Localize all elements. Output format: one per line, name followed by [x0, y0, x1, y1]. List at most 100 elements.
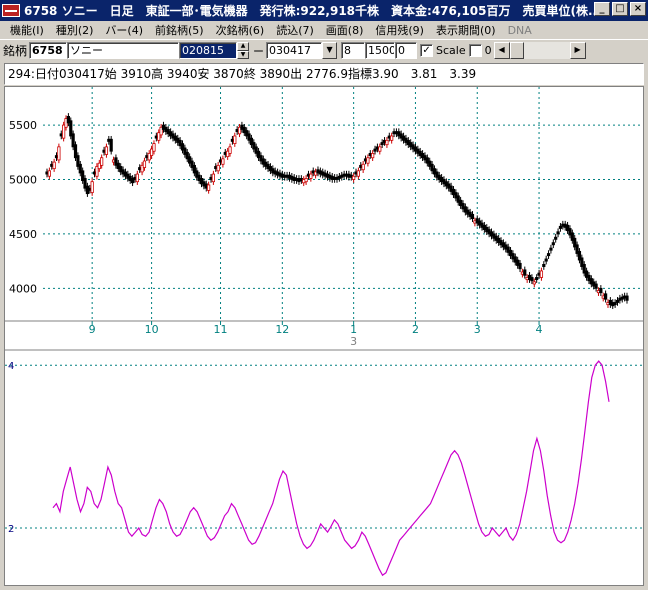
candle-body [390, 135, 394, 141]
indicator-tick-label: 4 [8, 361, 14, 372]
month-label: 3 [474, 323, 481, 336]
param-c-input[interactable]: 0 [395, 42, 418, 59]
window-controls: _ □ × [594, 2, 646, 16]
month-label: 4 [536, 323, 543, 336]
candle-body [599, 287, 603, 294]
candle-body [535, 277, 539, 281]
param-b-input[interactable]: 1500 [365, 42, 396, 59]
menu-item-function[interactable]: 機能(I) [4, 22, 50, 38]
candle-body [625, 295, 629, 301]
to-date-input[interactable]: 030417 [266, 42, 323, 59]
price-tick-label: 5000 [9, 174, 37, 187]
candle-body [518, 262, 522, 270]
scroll-thumb[interactable] [509, 42, 524, 59]
candle-body [47, 170, 51, 177]
candle-body [366, 157, 370, 164]
candle-body [90, 181, 94, 193]
app-flag-icon [2, 4, 20, 17]
candle-body [470, 213, 475, 220]
spin-down-icon[interactable]: ▼ [237, 50, 250, 59]
date-axis-bg [5, 321, 643, 350]
date-axis-panel: 9 10 11 12 1 2 3 43 [5, 320, 643, 351]
month-label: 11 [214, 323, 228, 336]
minimize-button[interactable]: _ [594, 2, 610, 16]
candle-body [221, 158, 225, 165]
menu-item-dna[interactable]: DNA [502, 24, 538, 37]
menu-item-type[interactable]: 種別(2) [50, 22, 100, 38]
candle-body [378, 146, 382, 152]
close-button[interactable]: × [630, 2, 646, 16]
from-date-spinner[interactable]: ▲ ▼ [237, 42, 250, 59]
candle-body [361, 163, 365, 171]
toolbar: 銘柄 6758 ソニー 020815 ▲ ▼ ー 030417 ▼ 8 1500 … [0, 40, 648, 61]
window-title: 6758 ソニー 日足 東証一部･電気機器 発行株:922,918千株 資本金:… [24, 4, 602, 18]
stock-code-label: 銘柄 [3, 44, 28, 58]
menu-bar: 機能(I) 種別(2) バー(4) 前銘柄(5) 次銘柄(6) 読込(7) 画面… [0, 21, 648, 40]
candle-body [546, 253, 551, 257]
price-tick-label: 4500 [9, 228, 37, 241]
from-date-input[interactable]: 020815 [179, 42, 238, 59]
candle-body [228, 146, 232, 154]
candle-body [542, 264, 546, 267]
candle-body [109, 138, 113, 152]
param-a-input[interactable]: 8 [341, 42, 366, 59]
scroll-left-icon[interactable]: ◀ [493, 42, 510, 59]
horizontal-scrollbar[interactable]: ◀ ▶ [493, 42, 586, 59]
spin-up-icon[interactable]: ▲ [237, 42, 250, 51]
candle-body [554, 236, 558, 240]
candle-body [356, 170, 360, 177]
title-bar[interactable]: 6758 ソニー 日足 東証一部･電気機器 発行株:922,918千株 資本金:… [0, 0, 648, 21]
price-panel-bg [5, 87, 643, 321]
menu-item-screen[interactable]: 画面(8) [320, 22, 370, 38]
scale-label: Scale [436, 44, 466, 57]
price-tick-label: 5500 [9, 119, 37, 132]
month-label: 2 [412, 323, 419, 336]
candle-body [57, 146, 61, 161]
candle-body [556, 231, 560, 235]
candle-body [211, 173, 215, 183]
chart-svg: 5500500045004000 9 10 11 12 1 2 3 43 42 [5, 87, 643, 585]
candle-body [604, 293, 608, 300]
menu-item-margin[interactable]: 信用残(9) [369, 22, 430, 38]
maximize-button[interactable]: □ [612, 2, 628, 16]
candle-body [551, 242, 555, 246]
indicator-tick-label: 2 [8, 524, 14, 535]
candle-body [352, 175, 356, 180]
candle-body [233, 135, 237, 144]
menu-item-display-period[interactable]: 表示期間(0) [430, 22, 502, 38]
price-panel: 5500 5000 4500 4000 [5, 87, 643, 321]
month-label: 9 [89, 323, 96, 336]
candle-body [530, 277, 534, 282]
candle-body [52, 161, 56, 170]
menu-item-prev-stock[interactable]: 前銘柄(5) [149, 22, 210, 38]
to-date-dropdown-icon[interactable]: ▼ [322, 42, 338, 59]
scroll-right-icon[interactable]: ▶ [569, 42, 586, 59]
candle-body [371, 152, 375, 159]
candle-body [135, 173, 139, 183]
candle-body [549, 247, 553, 251]
chart-area[interactable]: 5500 5000 4500 4000 9 10 11 12 1 2 3 4 3 42 [4, 86, 644, 586]
candle-body [544, 258, 548, 262]
price-tick-label: 4000 [9, 282, 37, 295]
stock-name-input[interactable]: ソニー [67, 42, 180, 59]
indicator-panel: 42 [5, 353, 643, 585]
candle-body [216, 164, 220, 172]
candle-body [152, 143, 156, 152]
quote-info-bar: 294:日付030417始 3910高 3940安 3870終 3890出 27… [4, 63, 644, 85]
indicator-panel-bg [5, 353, 643, 585]
month-label: 12 [275, 323, 289, 336]
scale-checkbox[interactable]: ✓ [420, 44, 434, 57]
candle-body [207, 184, 211, 191]
year-marker-label: 3 [350, 335, 357, 348]
month-label: 10 [145, 323, 159, 336]
candle-body [532, 281, 536, 285]
menu-item-load[interactable]: 読込(7) [270, 22, 320, 38]
menu-item-bar[interactable]: バー(4) [99, 22, 149, 38]
scroll-track[interactable] [509, 42, 570, 59]
date-range-separator: ー [253, 44, 265, 58]
candle-body [104, 146, 109, 155]
candle-body [309, 173, 313, 179]
stock-code-input[interactable]: 6758 [29, 42, 68, 59]
scale-value-checkbox[interactable] [468, 44, 482, 57]
menu-item-next-stock[interactable]: 次銘柄(6) [210, 22, 271, 38]
